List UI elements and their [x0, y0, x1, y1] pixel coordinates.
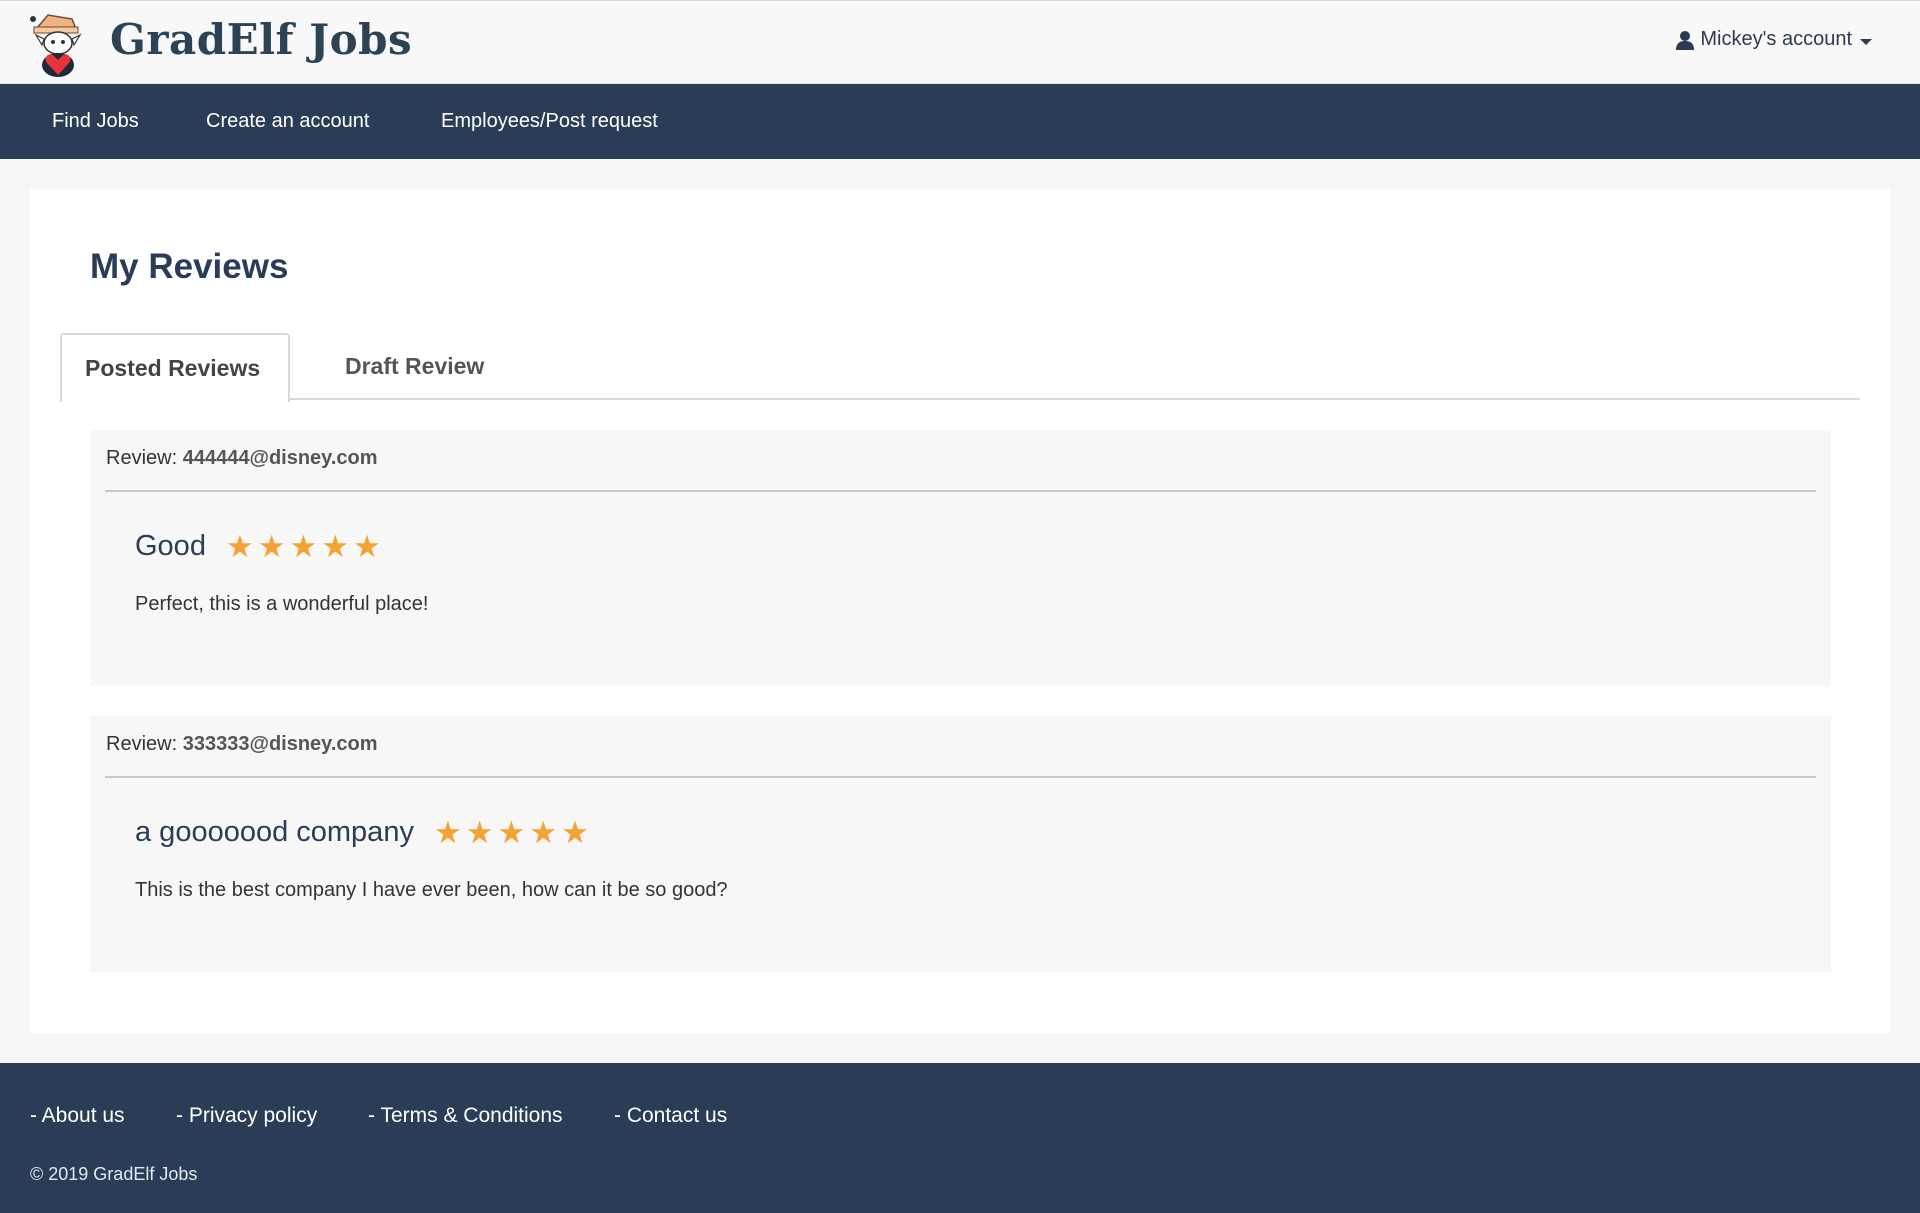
review-tabs: Posted Reviews Draft Review — [60, 333, 1860, 402]
star-icon: ★ — [257, 529, 286, 564]
nav-create-account[interactable]: Create an account — [206, 110, 369, 133]
star-icon: ★ — [465, 815, 494, 850]
review-header: Review: 444444@disney.com — [106, 447, 378, 470]
star-icon: ★ — [497, 815, 526, 850]
star-icon: ★ — [529, 815, 558, 850]
review-title: a gooooood company — [135, 816, 414, 848]
review-prefix: Review: — [106, 447, 178, 469]
review-header: Review: 333333@disney.com — [106, 733, 378, 756]
review-card: Review: 444444@disney.com Good ★ ★ ★ ★ ★ Per… — [90, 430, 1831, 686]
footer-link-privacy-policy[interactable]: - Privacy policy — [176, 1104, 317, 1128]
star-icon: ★ — [225, 529, 254, 564]
footer: - About us - Privacy policy - Terms & Co… — [0, 1063, 1920, 1213]
elf-mascot-icon[interactable] — [28, 9, 90, 79]
tab-posted-reviews[interactable]: Posted Reviews — [60, 333, 290, 402]
brand-name[interactable]: GradElf Jobs — [110, 15, 412, 64]
star-icon: ★ — [561, 815, 589, 850]
reviewer-email: 444444@disney.com — [182, 447, 378, 469]
divider — [105, 490, 1816, 492]
star-icon: ★ — [289, 529, 318, 564]
review-title: Good — [135, 530, 206, 562]
star-icon: ★ — [321, 529, 350, 564]
star-rating: ★ ★ ★ ★ ★ — [226, 531, 381, 562]
star-icon: ★ — [433, 815, 462, 850]
account-menu[interactable]: Mickey's account — [1676, 28, 1872, 51]
copyright: © 2019 GradElf Jobs — [30, 1164, 198, 1184]
review-body: This is the best company I have ever bee… — [135, 879, 728, 901]
review-body: Perfect, this is a wonderful place! — [135, 593, 429, 615]
review-title-row: a gooooood company ★ ★ ★ ★ ★ — [135, 816, 589, 849]
review-prefix: Review: — [106, 733, 178, 755]
chevron-down-icon — [1860, 38, 1872, 45]
user-icon — [1676, 30, 1695, 50]
review-title-row: Good ★ ★ ★ ★ ★ — [135, 530, 381, 563]
nav-find-jobs[interactable]: Find Jobs — [52, 110, 139, 133]
reviews-card: My Reviews Posted Reviews Draft Review R… — [30, 189, 1890, 1033]
review-card: Review: 333333@disney.com a gooooood com… — [90, 716, 1831, 972]
tab-draft-review[interactable]: Draft Review — [325, 333, 507, 400]
footer-link-about-us[interactable]: - About us — [30, 1104, 125, 1128]
main-nav: Find Jobs Create an account Employees/Po… — [0, 84, 1920, 159]
reviewer-email: 333333@disney.com — [182, 733, 378, 755]
footer-link-contact-us[interactable]: - Contact us — [614, 1104, 727, 1128]
page-title: My Reviews — [90, 247, 289, 286]
top-header: GradElf Jobs Mickey's account — [0, 0, 1920, 84]
star-rating: ★ ★ ★ ★ ★ — [434, 817, 589, 848]
account-label: Mickey's account — [1700, 28, 1852, 50]
footer-link-terms-conditions[interactable]: - Terms & Conditions — [368, 1104, 563, 1128]
nav-employees-post-request[interactable]: Employees/Post request — [441, 110, 658, 133]
star-icon: ★ — [353, 529, 381, 564]
divider — [105, 776, 1816, 778]
